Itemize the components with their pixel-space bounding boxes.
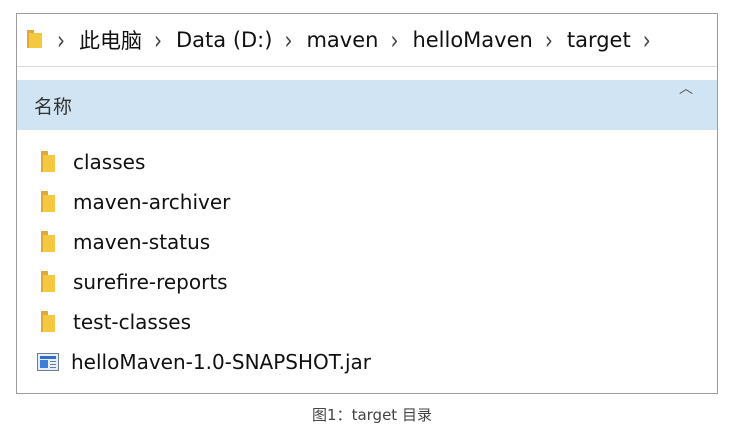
folder-icon [41, 311, 57, 333]
folder-icon [41, 191, 57, 213]
list-item[interactable]: classes [17, 142, 717, 182]
breadcrumb-hellomaven[interactable]: helloMaven [412, 28, 532, 52]
chevron-right-icon[interactable]: › [284, 24, 292, 55]
list-item[interactable]: surefire-reports [17, 262, 717, 302]
file-name: maven-archiver [73, 190, 231, 214]
breadcrumb-target[interactable]: target [567, 28, 631, 52]
folder-icon [41, 231, 57, 253]
breadcrumb-data-drive[interactable]: Data (D:) [176, 28, 272, 52]
breadcrumb-maven[interactable]: maven [306, 28, 378, 52]
figure-caption: 图1：target 目录 [312, 406, 432, 424]
chevron-right-icon[interactable]: › [57, 24, 65, 55]
chevron-right-icon[interactable]: › [545, 24, 553, 55]
list-item[interactable]: maven-archiver [17, 182, 717, 222]
column-header-name[interactable]: 名称 [34, 92, 72, 119]
file-explorer-window: › 此电脑 › Data (D:) › maven › helloMaven ›… [16, 13, 718, 394]
address-bar[interactable]: › 此电脑 › Data (D:) › maven › helloMaven ›… [17, 14, 717, 67]
folder-icon [41, 151, 57, 173]
column-header-row: 名称 ︿ [17, 80, 717, 130]
list-item[interactable]: test-classes [17, 302, 717, 342]
folder-icon [27, 30, 43, 50]
file-name: test-classes [73, 310, 191, 334]
jar-file-icon [37, 353, 59, 371]
list-item[interactable]: helloMaven-1.0-SNAPSHOT.jar [17, 342, 717, 382]
file-list: classes maven-archiver maven-status sure… [17, 142, 717, 382]
file-name: classes [73, 150, 146, 174]
sort-up-icon: ︿ [679, 81, 693, 97]
chevron-right-icon[interactable]: › [643, 24, 651, 55]
breadcrumb-this-pc[interactable]: 此电脑 [79, 25, 142, 55]
file-name: maven-status [73, 230, 211, 254]
chevron-right-icon[interactable]: › [154, 24, 162, 55]
chevron-right-icon[interactable]: › [390, 24, 398, 55]
file-name: helloMaven-1.0-SNAPSHOT.jar [71, 350, 372, 374]
file-name: surefire-reports [73, 270, 228, 294]
folder-icon [41, 271, 57, 293]
list-item[interactable]: maven-status [17, 222, 717, 262]
